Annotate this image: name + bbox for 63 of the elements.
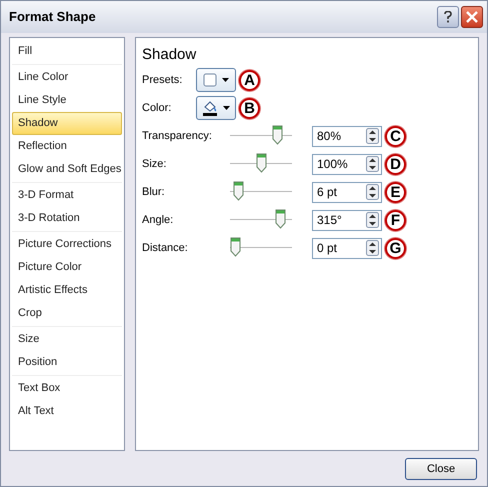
field-label: Color:: [142, 100, 172, 116]
sidebar-item[interactable]: Line Color: [12, 66, 122, 89]
callout-badge: C: [385, 126, 406, 146]
value-spinner[interactable]: 6 pt: [312, 182, 382, 202]
close-icon: [466, 11, 478, 23]
panel-heading: Shadow: [142, 45, 198, 65]
sidebar-item[interactable]: Line Style: [12, 89, 122, 112]
sidebar-item[interactable]: Crop: [12, 302, 122, 325]
field-label: Angle:: [142, 212, 174, 228]
dialog-button[interactable]: Close: [405, 458, 477, 480]
field-label: Distance:: [142, 240, 189, 256]
spinner-value: 100%: [317, 156, 348, 173]
field-label: Size:: [142, 156, 168, 172]
callout-badge: B: [239, 98, 260, 118]
slider-thumb[interactable]: [230, 237, 241, 257]
callout-badge: G: [385, 238, 406, 258]
callout-badge: E: [385, 182, 406, 202]
slider-thumb[interactable]: [233, 181, 244, 201]
slider-thumb[interactable]: [275, 209, 286, 229]
shadow-presets-dropdown[interactable]: [196, 68, 236, 92]
spin-arrows-icon[interactable]: [366, 184, 379, 200]
field-label: Transparency:: [142, 128, 213, 144]
spin-arrows-icon[interactable]: [366, 240, 379, 256]
paint-bucket-icon: [202, 100, 218, 116]
shadow-color-dropdown[interactable]: [196, 96, 236, 120]
slider-thumb[interactable]: [272, 125, 283, 145]
sidebar-item[interactable]: Fill: [12, 40, 122, 63]
value-spinner[interactable]: 100%: [312, 154, 382, 174]
shadow-preview-icon: [203, 73, 217, 87]
value-spinner[interactable]: 315°: [312, 210, 382, 230]
sidebar-item[interactable]: Text Box: [12, 377, 122, 400]
sidebar-item[interactable]: Picture Corrections: [12, 233, 122, 256]
spin-arrows-icon[interactable]: [366, 212, 379, 228]
sidebar-item[interactable]: Alt Text: [12, 400, 122, 423]
spinner-value: 80%: [317, 128, 342, 145]
caret-icon: [222, 78, 229, 82]
caret-icon: [223, 106, 230, 110]
callout-badge: F: [385, 210, 406, 230]
sidebar-item[interactable]: Picture Color: [12, 256, 122, 279]
spin-arrows-icon[interactable]: [366, 128, 379, 144]
sidebar-item[interactable]: Reflection: [12, 135, 122, 158]
spinner-value: 315°: [317, 212, 342, 229]
sidebar-item[interactable]: Position: [12, 351, 122, 374]
callout-badge: D: [385, 154, 406, 174]
spinner-value: 0 pt: [317, 240, 338, 257]
spin-arrows-icon[interactable]: [366, 156, 379, 172]
sidebar-item[interactable]: 3-D Rotation: [12, 207, 122, 230]
field-label: Presets:: [142, 72, 184, 88]
value-spinner[interactable]: 80%: [312, 126, 382, 146]
callout-badge: A: [239, 70, 260, 90]
sidebar-item[interactable]: Shadow: [12, 112, 122, 135]
sidebar-item[interactable]: Glow and Soft Edges: [12, 158, 122, 181]
window-title: Format Shape: [9, 8, 96, 26]
help-button[interactable]: [437, 6, 459, 28]
value-spinner[interactable]: 0 pt: [312, 238, 382, 258]
field-label: Blur:: [142, 184, 166, 200]
sidebar-item[interactable]: 3-D Format: [12, 184, 122, 207]
spinner-value: 6 pt: [317, 184, 338, 201]
sidebar-item[interactable]: Artistic Effects: [12, 279, 122, 302]
close-window-button[interactable]: [461, 6, 483, 28]
slider-thumb[interactable]: [256, 153, 267, 173]
sidebar-item[interactable]: Size: [12, 328, 122, 351]
question-mark-icon: [444, 11, 452, 23]
